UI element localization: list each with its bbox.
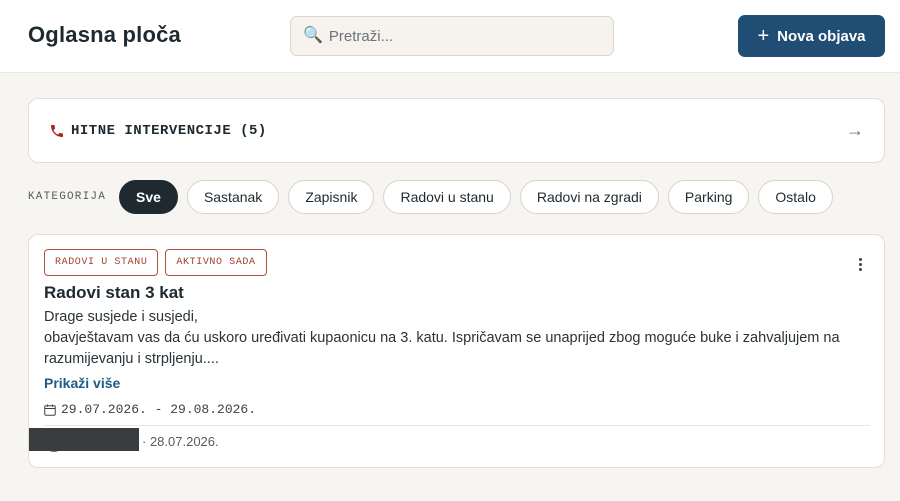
post-date: · 28.07.2026. — [142, 434, 219, 449]
post-badges: RADOVI U STANU AKTIVNO SADA — [44, 249, 274, 276]
arrow-right-icon: → — [846, 120, 864, 140]
divider — [44, 425, 870, 426]
category-filters: KATEGORIJA Sve Sastanak Zapisnik Radovi … — [28, 180, 842, 214]
app-header: Oglasna ploča 🔍 + Nova objava — [0, 0, 900, 73]
date-range-text: 29.07.2026. - 29.08.2026. — [61, 402, 257, 417]
show-more-link[interactable]: Prikaži više — [44, 375, 120, 391]
chip-radovi-u-stanu[interactable]: Radovi u stanu — [383, 180, 511, 214]
new-post-button[interactable]: + Nova objava — [738, 15, 885, 57]
search-field[interactable]: 🔍 — [290, 16, 614, 56]
new-post-label: Nova objava — [777, 27, 866, 45]
plus-icon: + — [757, 25, 770, 47]
post-body-line: Drage susjede i susjedi, — [44, 309, 198, 325]
post-body: Drage susjede i susjedi, obavještavam va… — [44, 307, 874, 370]
chip-zapisnik[interactable]: Zapisnik — [288, 180, 375, 214]
author-name-redacted — [29, 428, 139, 451]
chip-sve[interactable]: Sve — [119, 180, 178, 214]
chip-ostalo[interactable]: Ostalo — [758, 180, 833, 214]
post-body-line: obavještavam vas da ću uskoro uređivati … — [44, 330, 840, 367]
page-title: Oglasna ploča — [28, 22, 181, 47]
calendar-icon — [44, 404, 56, 416]
more-options-icon[interactable] — [854, 253, 866, 275]
emergency-interventions-card[interactable]: HITNE INTERVENCIJE (5) → — [28, 98, 885, 163]
post-title: Radovi stan 3 kat — [44, 283, 184, 302]
status-badge: AKTIVNO SADA — [165, 249, 267, 276]
search-icon: 🔍 — [303, 27, 323, 44]
chip-parking[interactable]: Parking — [667, 180, 750, 214]
post-card: RADOVI U STANU AKTIVNO SADA Radovi stan … — [28, 234, 885, 468]
category-badge: RADOVI U STANU — [44, 249, 159, 276]
date-range: 29.07.2026. - 29.08.2026. — [44, 402, 256, 417]
emergency-label: HITNE INTERVENCIJE (5) — [71, 122, 267, 139]
chip-sastanak[interactable]: Sastanak — [186, 180, 280, 214]
category-label: KATEGORIJA — [28, 191, 107, 203]
phone-icon — [51, 124, 63, 137]
chip-radovi-na-zgradi[interactable]: Radovi na zgradi — [519, 180, 659, 214]
search-input[interactable] — [328, 27, 589, 45]
